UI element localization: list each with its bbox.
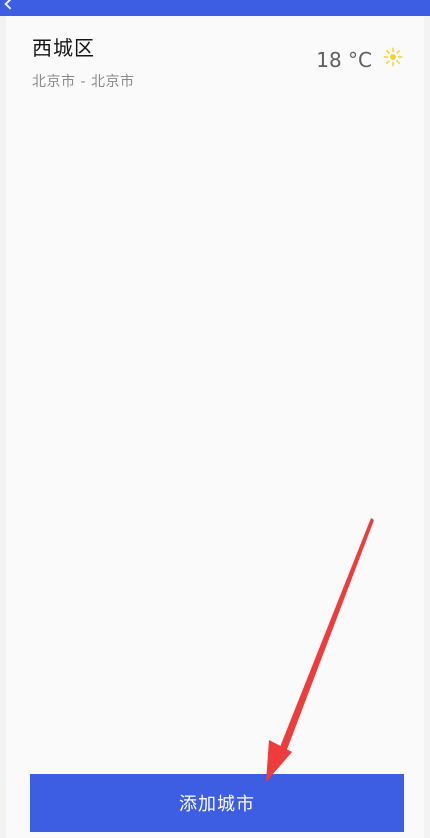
city-temperature: 18 °C (316, 48, 372, 72)
top-app-bar (0, 0, 430, 16)
city-region: 北京市 - 北京市 (32, 74, 135, 90)
city-name: 西城区 (32, 36, 95, 60)
add-city-button[interactable]: 添加城市 (30, 774, 404, 832)
right-edge (424, 16, 430, 838)
city-list-item[interactable]: 西城区 北京市 - 北京市 18 °C (6, 16, 424, 102)
city-list: 西城区 北京市 - 北京市 18 °C (6, 16, 424, 838)
sun-icon (383, 47, 403, 67)
back-arrow-icon[interactable] (4, 0, 16, 10)
